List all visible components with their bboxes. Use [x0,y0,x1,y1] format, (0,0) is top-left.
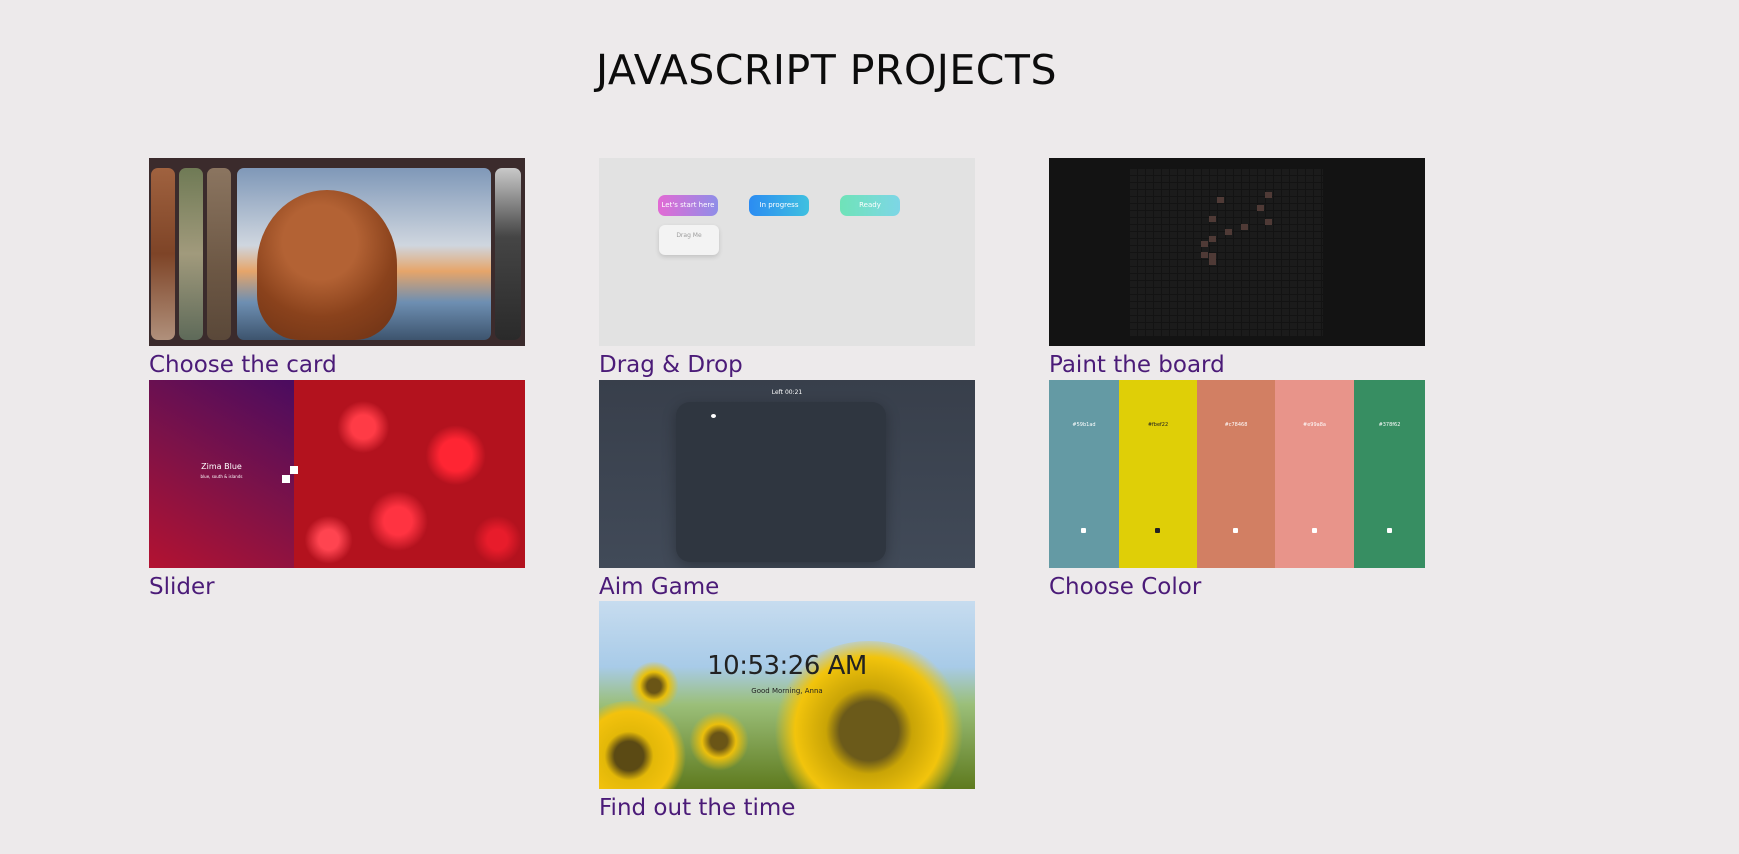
project-label: Drag & Drop [599,352,743,378]
lock-icon [1311,528,1317,533]
project-label: Choose the card [149,352,337,378]
project-label: Choose Color [1049,574,1202,600]
board-grid [1129,168,1323,336]
project-label: Aim Game [599,574,720,600]
project-label: Slider [149,574,215,600]
color-hex: #e99a8a [1303,422,1326,428]
choose-color-thumbnail: #59b1ad #fbef22 #c78468 #e99a8a #378f62 [1049,380,1425,568]
project-label: Find out the time [599,795,796,821]
color-swatch: #fbef22 [1119,380,1197,568]
column-pill: In progress [749,195,809,216]
find-time-thumbnail: 10:53:26 AM Good Morning, Anna [599,601,975,789]
page-title: JAVASCRIPT PROJECTS [596,46,1057,94]
color-swatch: #59b1ad [1049,380,1119,568]
aim-board [676,402,886,562]
slider-down-button [282,475,290,483]
paint-board-thumbnail [1049,158,1425,346]
lock-icon [1155,528,1160,533]
lock-icon [1233,528,1238,533]
color-swatch: #c78468 [1197,380,1275,568]
project-card-aim-game[interactable]: Left 00:21 Aim Game [599,380,975,601]
color-hex: #c78468 [1224,422,1248,428]
project-label: Paint the board [1049,352,1225,378]
project-card-drag-drop[interactable]: Let's start here In progress Ready Drag … [599,158,975,379]
color-hex: #378f62 [1378,422,1401,428]
color-swatch: #e99a8a [1275,380,1354,568]
project-card-slider[interactable]: Zima Blue blue, south & islands Slider [149,380,525,601]
red-flower-image [294,380,525,568]
aim-target-dot [711,414,716,418]
color-swatch: #378f62 [1354,380,1425,568]
project-card-choose-card[interactable]: Choose the card [149,158,525,379]
slide-title: Zima Blue [201,462,242,471]
slider-up-button [290,466,298,474]
clock-time: 10:53:26 AM [707,651,867,681]
drag-drop-thumbnail: Let's start here In progress Ready Drag … [599,158,975,346]
choose-card-thumbnail [149,158,525,346]
horse-image [257,190,397,340]
aim-score-text: Left 00:21 [771,389,803,396]
project-card-choose-color[interactable]: #59b1ad #fbef22 #c78468 #e99a8a #378f62 … [1049,380,1425,601]
aim-game-thumbnail: Left 00:21 [599,380,975,568]
color-hex: #fbef22 [1147,422,1169,428]
project-card-find-time[interactable]: 10:53:26 AM Good Morning, Anna Find out … [599,601,975,822]
lock-icon [1081,528,1086,533]
lock-icon [1386,528,1392,533]
column-pill: Let's start here [658,195,718,216]
color-hex: #59b1ad [1072,422,1096,428]
project-card-paint-board[interactable]: Paint the board [1049,158,1425,379]
column-pill: Ready [840,195,900,216]
clock-greeting: Good Morning, Anna [751,687,823,695]
slider-thumbnail: Zima Blue blue, south & islands [149,380,525,568]
slide-subtitle: blue, south & islands [200,474,243,479]
drag-me-box: Drag Me [659,225,719,255]
